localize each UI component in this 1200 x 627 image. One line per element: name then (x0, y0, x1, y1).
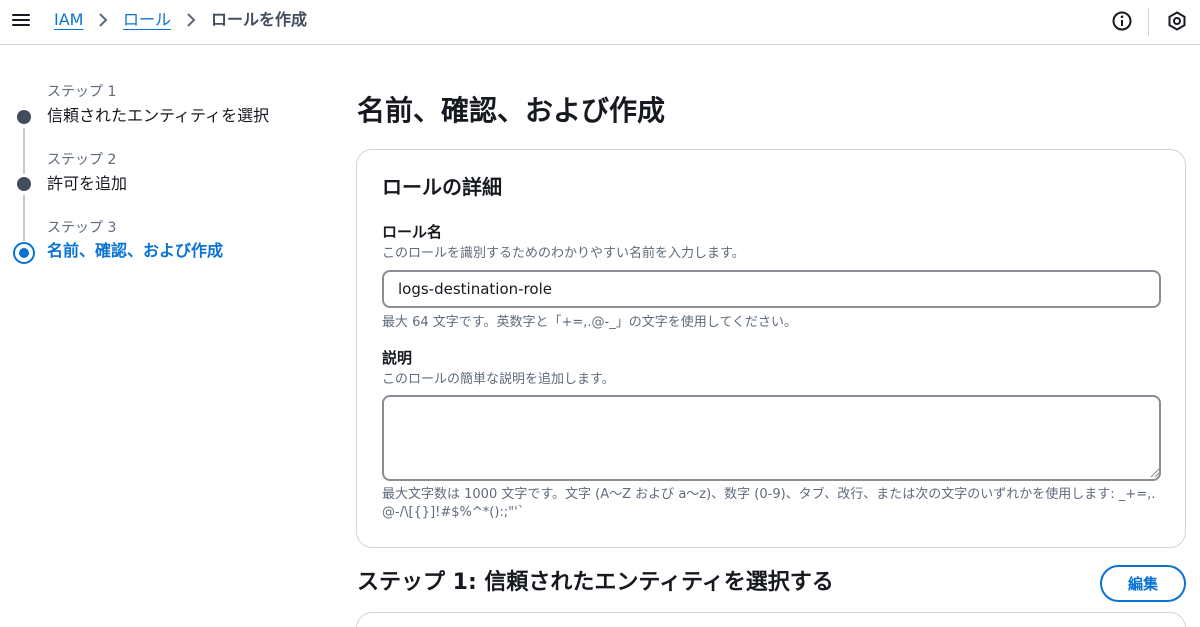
edit-step1-button[interactable]: 編集 (1100, 565, 1186, 602)
breadcrumb-current: ロールを作成 (211, 10, 308, 29)
chevron-right-icon (99, 13, 108, 27)
hexagon-icon[interactable] (1166, 10, 1188, 32)
info-icon[interactable] (1111, 10, 1133, 32)
step-2-indicator (17, 177, 31, 191)
divider (1148, 8, 1149, 36)
role-details-card: ロールの詳細 ロール名 このロールを識別するためのわかりやすい名前を入力します。… (356, 149, 1186, 548)
page-title: 名前、確認、および作成 (357, 94, 666, 127)
role-name-description: このロールを識別するためのわかりやすい名前を入力します。 (382, 246, 745, 261)
step-1-indicator (17, 110, 31, 124)
step-3-title: 名前、確認、および作成 (47, 241, 224, 260)
menu-icon[interactable] (12, 10, 32, 30)
step-connector (23, 128, 25, 174)
step-2-title[interactable]: 許可を追加 (47, 173, 127, 195)
resize-handle-icon[interactable] (1150, 468, 1160, 478)
step1-summary-card (356, 612, 1186, 627)
step-1-title[interactable]: 信頼されたエンティティを選択 (47, 105, 269, 127)
step-3-label: ステップ 3 (47, 220, 117, 236)
breadcrumb-roles[interactable]: ロール (123, 10, 171, 30)
description-help: このロールの簡単な説明を追加します。 (382, 372, 615, 387)
description-textarea[interactable] (382, 395, 1161, 481)
chevron-right-icon (187, 13, 196, 27)
role-name-constraint: 最大 64 文字です。英数字と「+=,.@-_」の文字を使用してください。 (382, 315, 797, 330)
step1-section-title: ステップ 1: 信頼されたエンティティを選択する (357, 570, 834, 595)
card-title: ロールの詳細 (382, 175, 502, 199)
step-3-indicator (13, 242, 35, 264)
role-name-input[interactable] (382, 270, 1161, 308)
description-label: 説明 (382, 349, 413, 367)
step-connector (23, 195, 25, 241)
breadcrumb-iam[interactable]: IAM (54, 10, 83, 30)
step-2-label: ステップ 2 (47, 152, 117, 168)
description-constraint: 最大文字数は 1000 文字です。文字 (A〜Z および a〜z)、数字 (0-… (382, 487, 1156, 520)
role-name-label: ロール名 (382, 223, 443, 241)
top-navigation-bar: IAM ロール ロールを作成 (0, 0, 1200, 45)
step-1-label: ステップ 1 (47, 84, 117, 100)
